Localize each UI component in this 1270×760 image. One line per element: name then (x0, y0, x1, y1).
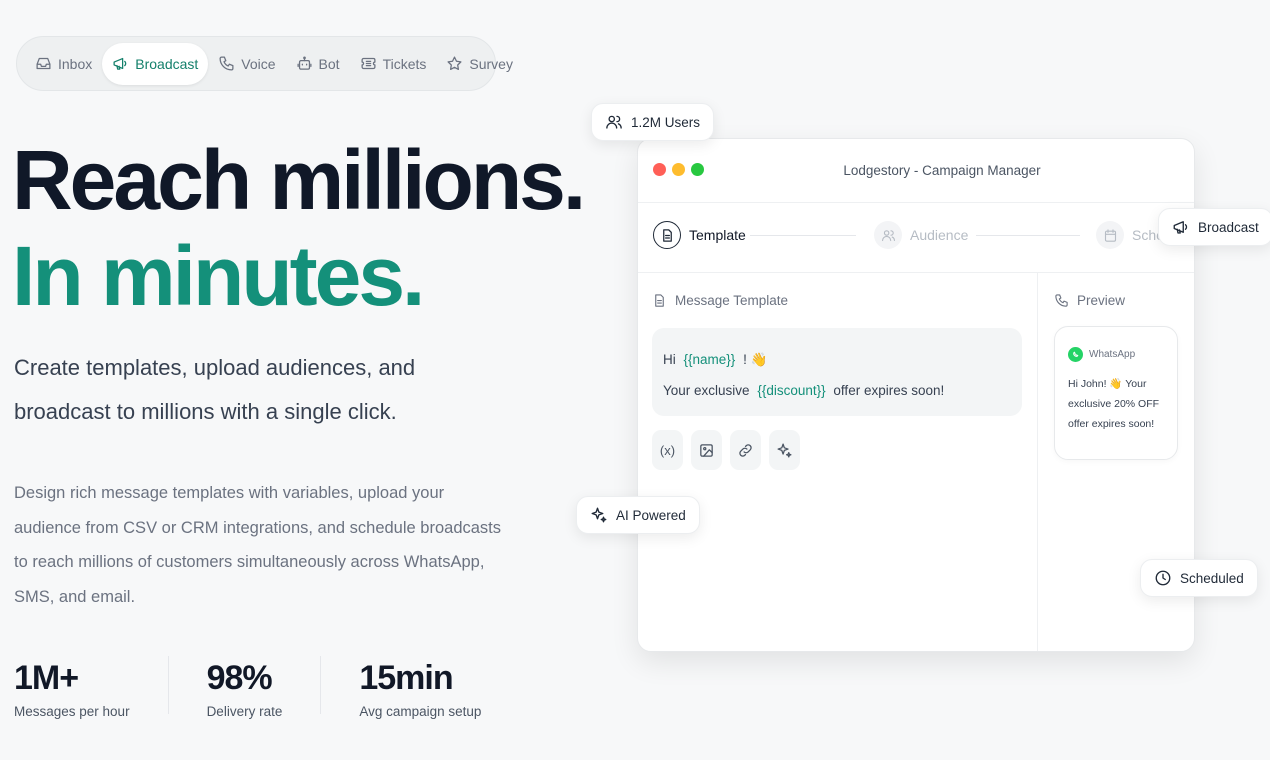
hero-lead: Create templates, upload audiences, and … (14, 355, 416, 424)
product-nav: Inbox Broadcast Voice Bot Tickets Survey (16, 36, 513, 91)
nav-item-label: Broadcast (135, 55, 199, 72)
step-audience[interactable]: Audience (874, 221, 968, 249)
step-connector (976, 235, 1080, 236)
stat-label: Messages per hour (14, 704, 130, 719)
variable-token: {{discount}} (757, 383, 826, 398)
bot-icon (297, 56, 312, 70)
nav-item-survey[interactable]: Survey (436, 43, 523, 85)
preview-heading-label: Preview (1077, 293, 1126, 308)
minimize-dot[interactable] (672, 163, 685, 176)
campaign-stepper: Template Audience Sche (638, 203, 1194, 273)
headline-line-2: In minutes. (12, 229, 425, 323)
clock-icon (1155, 570, 1171, 586)
stat-delivery: 98% Delivery rate (206, 656, 322, 719)
inbox-icon (36, 57, 51, 70)
nav-item-label: Bot (318, 55, 340, 72)
whatsapp-preview-card: WhatsApp Hi John! 👋 Your exclusive 20% O… (1054, 326, 1178, 460)
stat-messages: 1M+ Messages per hour (14, 656, 169, 719)
image-icon (700, 443, 713, 457)
editor-heading: Message Template (652, 293, 1023, 308)
users-chip: 1.2M Users (591, 103, 715, 141)
headline-line-1: Reach millions. (12, 133, 586, 227)
phone-icon (219, 56, 234, 71)
ai-assist-button[interactable] (769, 430, 800, 470)
message-template-input[interactable]: Hi {{name}} ! 👋 Your exclusive {{discoun… (652, 328, 1022, 416)
close-dot[interactable] (653, 163, 666, 176)
preview-heading: Preview (1054, 293, 1178, 308)
broadcast-chip: Broadcast (1158, 208, 1270, 246)
nav-item-label: Inbox (58, 55, 93, 72)
maximize-dot[interactable] (691, 163, 704, 176)
window-titlebar: Lodgestory - Campaign Manager (638, 139, 1194, 203)
scheduled-chip: Scheduled (1140, 559, 1258, 597)
chip-label: Scheduled (1180, 570, 1244, 586)
nav-item-label: Tickets (382, 55, 427, 72)
sparkles-icon (591, 507, 607, 523)
document-icon (662, 228, 672, 242)
users-icon (606, 115, 622, 129)
document-icon (655, 294, 664, 307)
sparkles-icon (777, 442, 792, 458)
nav-item-label: Voice (241, 55, 276, 72)
step-label: Audience (910, 227, 969, 243)
step-icon-wrap (1096, 221, 1124, 249)
step-icon-wrap (874, 221, 902, 249)
stat-label: Avg campaign setup (359, 704, 482, 719)
insert-image-button[interactable] (691, 430, 722, 470)
window-title: Lodgestory - Campaign Manager (843, 163, 1041, 178)
step-schedule[interactable]: Sche (1096, 221, 1164, 249)
nav-item-label: Survey (469, 55, 513, 72)
nav-item-bot[interactable]: Bot (286, 43, 350, 85)
nav-item-broadcast[interactable]: Broadcast (102, 42, 209, 85)
star-icon (447, 56, 462, 71)
nav-item-voice[interactable]: Voice (208, 43, 285, 85)
editor-heading-label: Message Template (675, 293, 789, 308)
chip-label: 1.2M Users (631, 114, 701, 130)
chip-label: Broadcast (1198, 219, 1259, 235)
template-editor: Message Template Hi {{name}} ! 👋 Your ex… (638, 273, 1038, 651)
message-text: ! 👋 (743, 352, 768, 367)
variable-icon: (x) (659, 442, 676, 458)
link-icon (739, 443, 752, 457)
message-text: offer expires soon! (833, 383, 945, 398)
stat-value: 15min (359, 659, 453, 697)
hero-description: Design rich message templates with varia… (14, 484, 501, 606)
step-icon-wrap (653, 221, 681, 249)
campaign-manager-window: Lodgestory - Campaign Manager Template A… (637, 138, 1195, 652)
stat-setup: 15min Avg campaign setup (359, 656, 519, 719)
stat-value: 98% (206, 659, 273, 697)
nav-item-inbox[interactable]: Inbox (25, 43, 102, 85)
message-text: Your exclusive (663, 383, 750, 398)
window-body: Message Template Hi {{name}} ! 👋 Your ex… (638, 273, 1194, 651)
whatsapp-icon (1068, 347, 1083, 362)
insert-variable-button[interactable]: (x) (652, 430, 683, 470)
phone-icon (1055, 294, 1068, 307)
stat-label: Delivery rate (206, 704, 283, 719)
variable-token: {{name}} (683, 352, 736, 367)
step-connector (750, 235, 856, 236)
nav-item-tickets[interactable]: Tickets (350, 43, 437, 85)
step-template[interactable]: Template (653, 221, 746, 249)
stat-value: 1M+ (14, 659, 79, 697)
preview-message: Hi John! 👋 Your exclusive 20% OFF offer … (1068, 378, 1160, 430)
megaphone-icon (113, 57, 127, 70)
calendar-icon (1104, 228, 1116, 242)
message-text: Hi (663, 352, 676, 367)
ai-powered-chip: AI Powered (576, 496, 700, 534)
chip-label: AI Powered (616, 507, 686, 523)
message-line-1: Hi {{name}} ! 👋 (663, 344, 1011, 375)
preview-channel: WhatsApp (1068, 347, 1164, 362)
insert-link-button[interactable] (730, 430, 761, 470)
users-icon (881, 229, 895, 241)
message-line-2: Your exclusive {{discount}} offer expire… (663, 375, 1011, 406)
step-label: Template (689, 227, 746, 243)
ticket-icon (361, 57, 376, 70)
stats-row: 1M+ Messages per hour 98% Delivery rate … (14, 656, 557, 719)
window-controls (653, 163, 704, 176)
megaphone-icon (1173, 221, 1188, 234)
hero-headline: Reach millions. In minutes. (12, 132, 586, 324)
editor-toolbar: (x) (652, 430, 1023, 470)
preview-channel-label: WhatsApp (1089, 349, 1136, 360)
